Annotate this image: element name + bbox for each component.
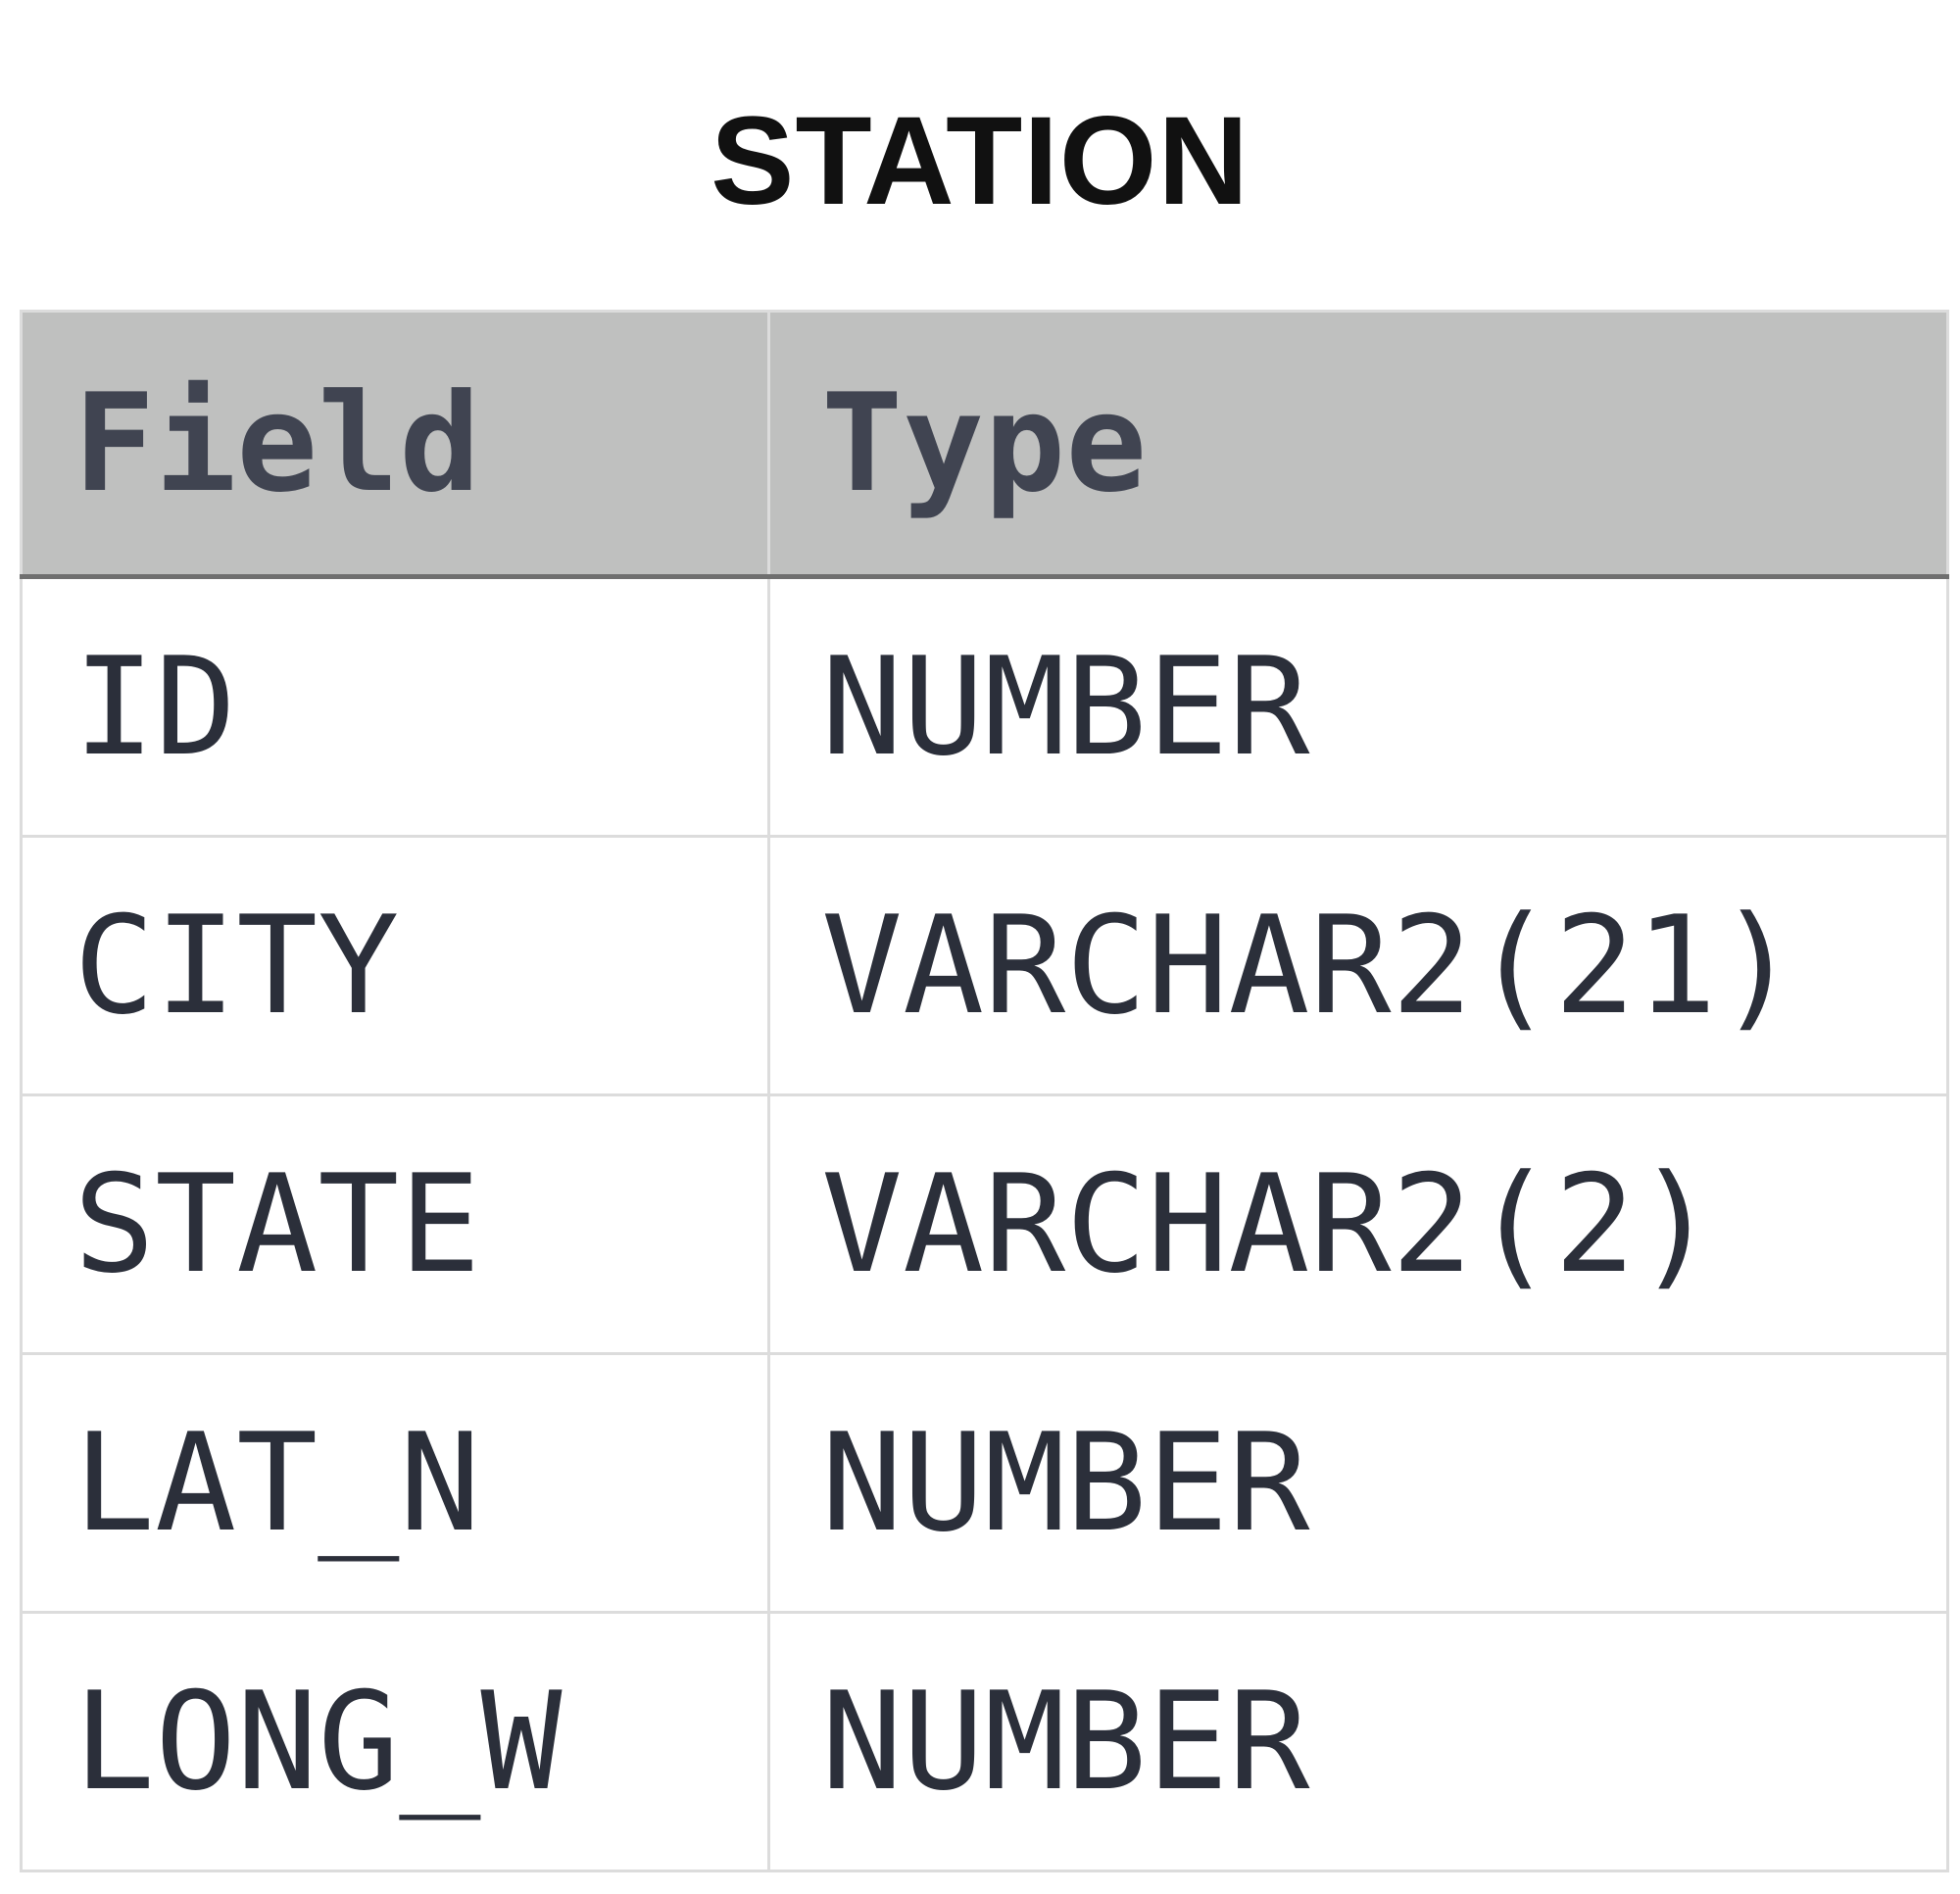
table-row: STATE VARCHAR2(2) [20,1093,1949,1355]
type-cell: NUMBER [767,1352,1949,1614]
table-title: STATION [710,91,1250,231]
header-type: Type [767,310,1949,579]
field-cell: ID [20,575,770,838]
field-cell: LAT_N [20,1352,770,1614]
field-cell: CITY [20,835,770,1096]
field-cell: STATE [20,1093,770,1355]
header-field: Field [20,310,770,579]
table-row: LAT_N NUMBER [20,1352,1949,1614]
type-cell: NUMBER [767,575,1949,838]
station-schema-table: Field Type ID NUMBER CITY VARCHAR2(21) S… [20,310,1949,1872]
type-cell: VARCHAR2(21) [767,835,1949,1096]
table-header-row: Field Type [20,310,1949,579]
type-cell: VARCHAR2(2) [767,1093,1949,1355]
table-row: LONG_W NUMBER [20,1611,1949,1872]
table-row: ID NUMBER [20,575,1949,838]
type-cell: NUMBER [767,1611,1949,1872]
table-row: CITY VARCHAR2(21) [20,835,1949,1096]
field-cell: LONG_W [20,1611,770,1872]
